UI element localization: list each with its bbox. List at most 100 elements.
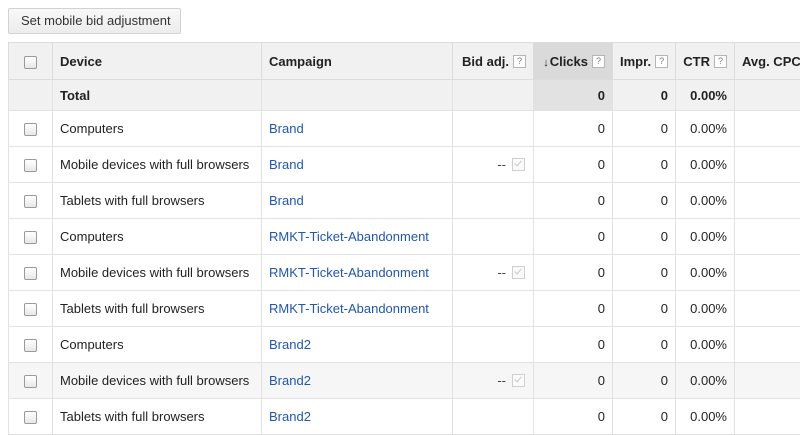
campaign-cell: Brand [262,147,453,183]
device-cell: Computers [53,327,262,363]
campaign-cell: Brand [262,111,453,147]
header-device-label: Device [60,54,102,69]
ctr-cell: 0.00% [676,219,735,255]
impr-cell: 0 [613,183,676,219]
ctr-cell: 0.00% [676,363,735,399]
toolbar: Set mobile bid adjustment [0,0,800,42]
campaign-cell: RMKT-Ticket-Abandonment [262,291,453,327]
row-checkbox-cell [9,147,53,183]
total-campaign-cell [262,80,453,111]
set-mobile-bid-adjustment-button[interactable]: Set mobile bid adjustment [8,8,181,34]
clicks-cell: 0 [534,111,613,147]
row-checkbox-cell [9,219,53,255]
table-row: Mobile devices with full browsersBrand--… [9,147,800,183]
ctr-cell: 0.00% [676,183,735,219]
avg-cpc-cell: $0 [735,291,800,327]
total-ctr: 0.00% [676,80,735,111]
campaign-cell: RMKT-Ticket-Abandonment [262,219,453,255]
ctr-cell: 0.00% [676,327,735,363]
campaign-link[interactable]: Brand2 [269,409,311,424]
bid-adj-cell [453,111,534,147]
row-checkbox[interactable] [24,159,37,172]
bid-adj-cell [453,327,534,363]
table-row: ComputersBrand2000.00%$0 [9,327,800,363]
bid-adj-value: -- [497,265,506,280]
bid-adj-cell [453,183,534,219]
clicks-cell: 0 [534,327,613,363]
header-ctr[interactable]: CTR? [676,43,735,80]
campaign-cell: Brand2 [262,327,453,363]
impr-cell: 0 [613,291,676,327]
sort-descending-icon: ↓ [543,57,549,69]
campaign-link[interactable]: Brand2 [269,337,311,352]
row-checkbox-cell [9,183,53,219]
avg-cpc-cell: $0 [735,219,800,255]
total-checkbox-cell [9,80,53,111]
campaign-link[interactable]: Brand [269,121,304,136]
bid-adj-cell: -- [453,147,534,183]
help-icon[interactable]: ? [513,55,526,68]
row-checkbox[interactable] [24,375,37,388]
header-campaign[interactable]: Campaign [262,43,453,80]
header-clicks[interactable]: ↓Clicks? [534,43,613,80]
ctr-cell: 0.00% [676,147,735,183]
header-impr[interactable]: Impr.? [613,43,676,80]
impr-cell: 0 [613,399,676,435]
device-performance-table: Device Campaign Bid adj.? ↓Clicks? Impr.… [8,42,800,435]
campaign-link[interactable]: RMKT-Ticket-Abandonment [269,265,429,280]
impr-cell: 0 [613,255,676,291]
header-avg-cpc[interactable]: Avg. CPC [735,43,800,80]
clicks-cell: 0 [534,291,613,327]
clicks-cell: 0 [534,399,613,435]
bid-adjustment-checkbox-icon[interactable] [512,158,525,171]
select-all-cell [9,43,53,80]
total-label: Total [53,80,262,111]
campaign-link[interactable]: Brand [269,157,304,172]
bid-adjustment-checkbox-icon[interactable] [512,374,525,387]
row-checkbox-cell [9,111,53,147]
clicks-cell: 0 [534,255,613,291]
clicks-cell: 0 [534,219,613,255]
header-clicks-label: Clicks [550,54,588,69]
header-bid-adj[interactable]: Bid adj.? [453,43,534,80]
device-cell: Mobile devices with full browsers [53,363,262,399]
table-row: Tablets with full browsersRMKT-Ticket-Ab… [9,291,800,327]
campaign-cell: Brand2 [262,399,453,435]
impr-cell: 0 [613,111,676,147]
help-icon[interactable]: ? [592,55,605,68]
campaign-cell: RMKT-Ticket-Abandonment [262,255,453,291]
row-checkbox[interactable] [24,123,37,136]
campaign-link[interactable]: Brand2 [269,373,311,388]
clicks-cell: 0 [534,183,613,219]
header-row: Device Campaign Bid adj.? ↓Clicks? Impr.… [9,43,800,80]
row-checkbox[interactable] [24,195,37,208]
impr-cell: 0 [613,363,676,399]
help-icon[interactable]: ? [655,55,668,68]
table-row: Tablets with full browsersBrand000.00%$0 [9,183,800,219]
row-checkbox-cell [9,327,53,363]
impr-cell: 0 [613,219,676,255]
header-campaign-label: Campaign [269,54,332,69]
campaign-link[interactable]: RMKT-Ticket-Abandonment [269,229,429,244]
campaign-link[interactable]: Brand [269,193,304,208]
ctr-cell: 0.00% [676,111,735,147]
total-bid-cell [453,80,534,111]
header-impr-label: Impr. [620,54,651,69]
row-checkbox[interactable] [24,339,37,352]
device-cell: Tablets with full browsers [53,183,262,219]
select-all-checkbox[interactable] [24,56,37,69]
impr-cell: 0 [613,147,676,183]
device-cell: Tablets with full browsers [53,399,262,435]
bid-adjustment-checkbox-icon[interactable] [512,266,525,279]
ctr-cell: 0.00% [676,255,735,291]
row-checkbox[interactable] [24,267,37,280]
row-checkbox[interactable] [24,231,37,244]
header-device[interactable]: Device [53,43,262,80]
campaign-cell: Brand [262,183,453,219]
table-row: ComputersBrand000.00%$0 [9,111,800,147]
help-icon[interactable]: ? [714,55,727,68]
bid-adj-value: -- [497,157,506,172]
bid-adj-cell: -- [453,363,534,399]
campaign-link[interactable]: RMKT-Ticket-Abandonment [269,301,429,316]
row-checkbox[interactable] [24,303,37,316]
